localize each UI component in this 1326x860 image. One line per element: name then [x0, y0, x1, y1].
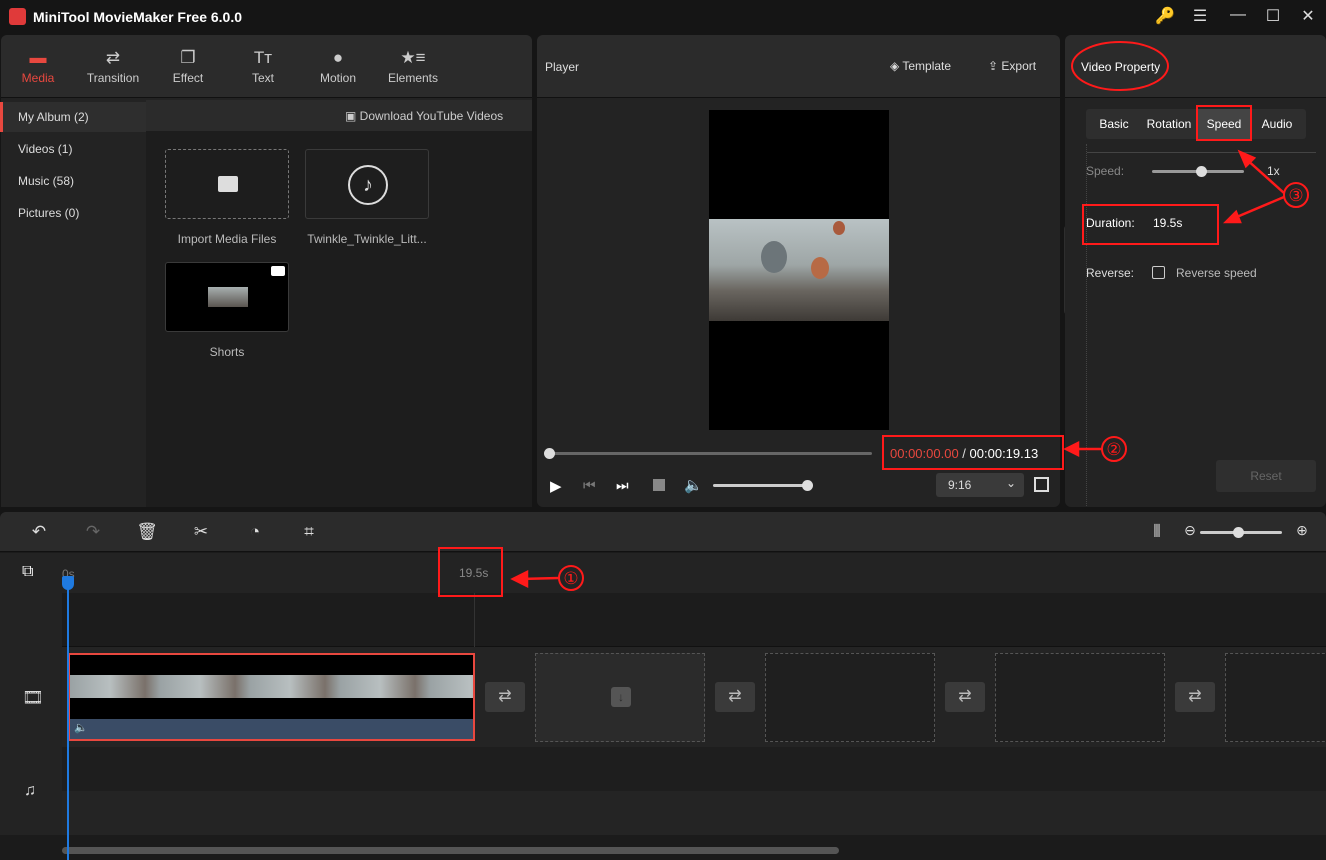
annotation-overlay: ① ② ③	[438, 41, 1309, 597]
annotation-box-time	[882, 435, 1064, 470]
annotation-label-3: ③	[1288, 186, 1303, 206]
annotation-box-ruler	[438, 547, 503, 597]
annotation-label-1: ①	[563, 569, 578, 589]
annotation-box-speed-tab	[1196, 105, 1252, 141]
annotation-ellipse	[1071, 41, 1169, 91]
annotation-label-2: ②	[1106, 440, 1121, 460]
annotation-box-duration	[1082, 204, 1219, 245]
